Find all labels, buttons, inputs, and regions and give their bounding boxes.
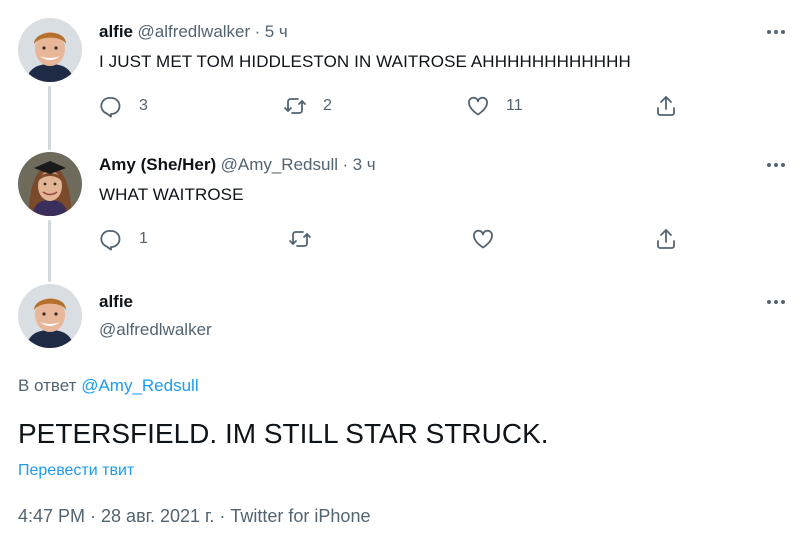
tweet-text: I JUST MET TOM HIDDLESTON IN WAITROSE AH… (99, 52, 631, 71)
thread-line (48, 86, 51, 150)
more-icon[interactable] (764, 294, 788, 310)
timestamp[interactable]: 3 ч (353, 155, 376, 174)
reply-context: В ответ @Amy_Redsull (18, 376, 199, 396)
translate-link[interactable]: Перевести твит (18, 462, 134, 480)
like-icon (473, 229, 493, 249)
separator: · (342, 155, 349, 174)
author-name[interactable]: alfie (99, 22, 133, 41)
avatar[interactable] (18, 284, 82, 348)
reply-button[interactable]: 3 (99, 94, 148, 118)
author-name[interactable]: Amy (She/Her) (99, 155, 216, 174)
author-handle[interactable]: @Amy_Redsull (221, 155, 338, 174)
main-tweet-text: PETERSFIELD. IM STILL STAR STRUCK. (18, 418, 549, 449)
like-count: 11 (506, 97, 523, 114)
retweet-count: 2 (323, 97, 332, 114)
retweet-button[interactable]: 2 (283, 94, 332, 118)
reply-icon (100, 97, 121, 118)
like-button[interactable]: 11 (466, 94, 523, 118)
like-button[interactable] (471, 227, 495, 251)
reply-count: 3 (139, 97, 148, 114)
timestamp[interactable]: 5 ч (265, 22, 288, 41)
thread-line (48, 220, 51, 282)
more-icon[interactable] (764, 157, 788, 173)
avatar[interactable] (18, 152, 82, 216)
retweet-icon (284, 98, 306, 114)
tweet-header: Amy (She/Her) @Amy_Redsull · 3 ч (99, 155, 376, 175)
share-icon (657, 96, 675, 116)
reply-to-link[interactable]: @Amy_Redsull (81, 376, 198, 395)
tweet-header: alfie @alfredlwalker · 5 ч (99, 22, 288, 42)
reply-button[interactable]: 1 (99, 227, 148, 251)
reply-count: 1 (139, 230, 148, 247)
separator: · (254, 22, 261, 41)
share-icon (657, 229, 675, 249)
author-handle[interactable]: @alfredlwalker (99, 320, 212, 340)
tweet-meta: 4:47 PM · 28 авг. 2021 г. · Twitter for … (18, 506, 371, 526)
author-name[interactable]: alfie (99, 292, 133, 312)
more-icon[interactable] (764, 24, 788, 40)
retweet-icon (289, 231, 311, 247)
reply-icon (100, 230, 121, 251)
author-handle[interactable]: @alfredlwalker (137, 22, 250, 41)
avatar[interactable] (18, 18, 82, 82)
share-button[interactable] (654, 227, 678, 251)
retweet-button[interactable] (288, 227, 312, 251)
tweet-text: WHAT WAITROSE (99, 185, 244, 204)
reply-prefix: В ответ (18, 376, 77, 395)
share-button[interactable] (654, 94, 678, 118)
like-icon (468, 96, 488, 116)
